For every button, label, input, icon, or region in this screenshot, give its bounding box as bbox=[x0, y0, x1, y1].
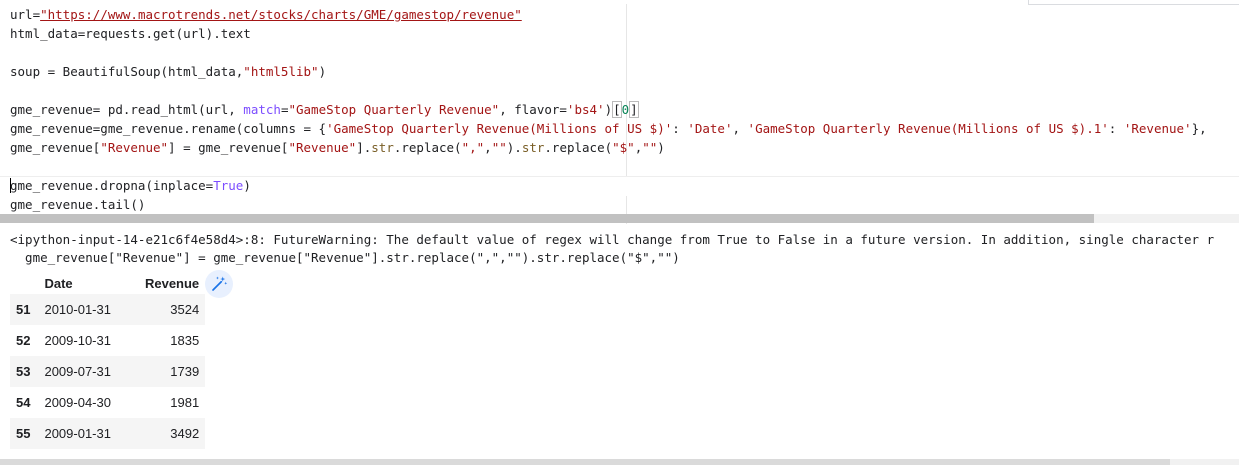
table-row: 55 2009-01-31 3492 bbox=[10, 418, 206, 449]
cell-revenue: 1981 bbox=[170, 395, 200, 410]
code-string: "html5lib" bbox=[243, 64, 319, 79]
table-row: 52 2009-10-31 1835 bbox=[10, 325, 205, 356]
code-horizontal-scrollbar-track[interactable] bbox=[1094, 214, 1239, 223]
code-string: 'Date' bbox=[687, 121, 733, 136]
cell-toolbar-edge bbox=[1028, 0, 1239, 5]
table-row: 51 2010-01-31 3524 bbox=[10, 294, 206, 325]
code-token: ] = gme_revenue[ bbox=[168, 140, 289, 155]
code-token: html_data=requests.get(url).text bbox=[10, 26, 251, 41]
code-attribute: str bbox=[521, 140, 545, 155]
matched-bracket: [ bbox=[612, 101, 622, 118]
code-string: "Revenue" bbox=[288, 140, 357, 155]
dataframe-table: Date Revenue 51 2010-01-31 3524 52 2009-… bbox=[10, 272, 206, 449]
code-token: }, bbox=[1191, 121, 1207, 136]
code-token: url= bbox=[10, 7, 41, 22]
code-string: "" bbox=[642, 140, 658, 155]
code-line-3[interactable]: soup = BeautifulSoup(html_data,"html5lib… bbox=[10, 62, 326, 81]
code-string: "GameStop Quarterly Revenue" bbox=[288, 102, 500, 117]
column-header-date: Date bbox=[44, 275, 73, 291]
code-token: : bbox=[1108, 121, 1124, 136]
output-horizontal-scrollbar-thumb[interactable] bbox=[0, 459, 1170, 465]
code-keyword: match bbox=[243, 102, 281, 117]
cell-revenue: 1835 bbox=[170, 333, 200, 348]
code-token: gme_revenue=gme_revenue.rename(columns =… bbox=[10, 121, 327, 136]
matched-bracket: ] bbox=[629, 101, 639, 118]
code-token: , bbox=[484, 140, 492, 155]
code-line-6[interactable]: gme_revenue["Revenue"] = gme_revenue["Re… bbox=[10, 138, 665, 157]
cell-revenue: 1739 bbox=[170, 364, 200, 379]
column-header-revenue: Revenue bbox=[144, 275, 200, 291]
code-line-2[interactable]: html_data=requests.get(url).text bbox=[10, 24, 251, 43]
index-header bbox=[10, 272, 36, 294]
code-token: ]. bbox=[356, 140, 372, 155]
code-token: , flavor= bbox=[499, 102, 567, 117]
code-token: gme_revenue.tail() bbox=[10, 197, 146, 212]
magic-wand-icon bbox=[212, 276, 228, 291]
row-index: 54 bbox=[16, 395, 31, 410]
table-row: 54 2009-04-30 1981 bbox=[10, 387, 205, 418]
code-token: , bbox=[732, 121, 748, 136]
code-token: ) bbox=[604, 102, 613, 117]
row-index: 55 bbox=[16, 426, 31, 441]
code-token: gme_revenue[ bbox=[10, 140, 101, 155]
code-horizontal-scrollbar-thumb[interactable] bbox=[0, 214, 1094, 223]
code-string: 'bs4' bbox=[566, 102, 605, 117]
cell-date: 2009-07-31 bbox=[44, 364, 111, 379]
warning-line-2: gme_revenue["Revenue"] = gme_revenue["Re… bbox=[10, 250, 680, 265]
output-horizontal-scrollbar-track[interactable] bbox=[1170, 459, 1239, 465]
row-index: 53 bbox=[16, 364, 31, 379]
code-token: soup = BeautifulSoup(html_data, bbox=[10, 64, 244, 79]
code-string: "$" bbox=[612, 140, 635, 155]
code-token: ) bbox=[318, 64, 327, 79]
code-string: "" bbox=[491, 140, 507, 155]
code-token: .replace( bbox=[544, 140, 613, 155]
warning-line-1: <ipython-input-14-e21c6f4e58d4>:8: Futur… bbox=[10, 232, 1215, 247]
code-attribute: str bbox=[371, 140, 394, 155]
code-token: ) bbox=[243, 178, 251, 193]
cell-date: 2009-10-31 bbox=[44, 333, 111, 348]
code-keyword: True bbox=[213, 178, 244, 193]
row-index: 52 bbox=[16, 333, 31, 348]
cell-date: 2009-04-30 bbox=[44, 395, 111, 410]
code-token: ). bbox=[506, 140, 522, 155]
magic-wand-button[interactable] bbox=[205, 270, 233, 298]
cell-revenue: 3524 bbox=[170, 302, 200, 317]
code-token: ) bbox=[657, 140, 665, 155]
code-line-4[interactable]: gme_revenue= pd.read_html(url, match="Ga… bbox=[10, 100, 639, 119]
code-token: : bbox=[672, 121, 688, 136]
code-string: "Revenue" bbox=[100, 140, 169, 155]
table-header-row: Date Revenue bbox=[10, 272, 205, 294]
code-string: 'GameStop Quarterly Revenue(Millions of … bbox=[326, 121, 673, 136]
row-index: 51 bbox=[16, 302, 31, 317]
code-string: "," bbox=[461, 140, 485, 155]
code-token: gme_revenue.dropna(inplace= bbox=[10, 178, 214, 193]
cell-revenue: 3492 bbox=[170, 426, 200, 441]
code-cell[interactable]: url="https://www.macrotrends.net/stocks/… bbox=[0, 0, 1239, 224]
code-line-5[interactable]: gme_revenue=gme_revenue.rename(columns =… bbox=[10, 119, 1207, 138]
cell-date: 2010-01-31 bbox=[44, 302, 111, 317]
code-string: 'Revenue' bbox=[1123, 121, 1192, 136]
code-url-link[interactable]: "https://www.macrotrends.net/stocks/char… bbox=[40, 7, 522, 22]
code-line-7[interactable]: gme_revenue.dropna(inplace=True) bbox=[10, 176, 251, 195]
code-token: gme_revenue= pd.read_html(url, bbox=[10, 102, 244, 117]
code-string: 'GameStop Quarterly Revenue(Millions of … bbox=[747, 121, 1109, 136]
code-line-1[interactable]: url="https://www.macrotrends.net/stocks/… bbox=[10, 5, 522, 24]
code-line-8[interactable]: gme_revenue.tail() bbox=[10, 195, 145, 214]
table-row: 53 2009-07-31 1739 bbox=[10, 356, 206, 387]
code-token: .replace( bbox=[393, 140, 462, 155]
cell-date: 2009-01-31 bbox=[44, 426, 111, 441]
